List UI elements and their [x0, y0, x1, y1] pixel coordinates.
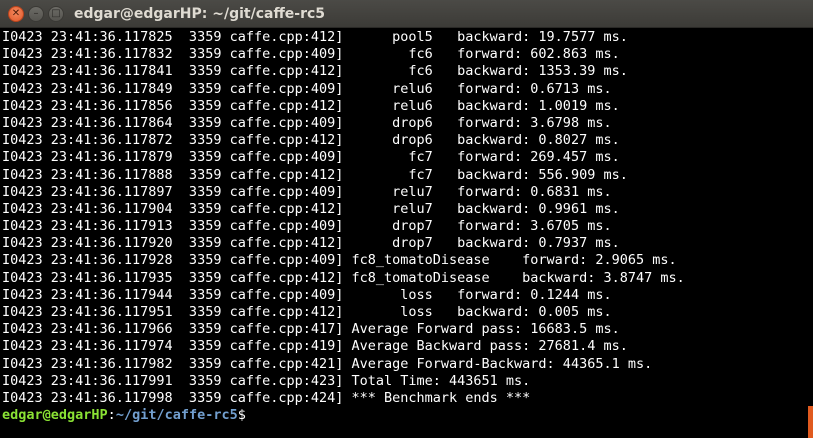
- terminal-line: I0423 23:41:36.117888 3359 caffe.cpp:412…: [2, 166, 628, 183]
- title-bar[interactable]: ✕ – □ edgar@edgarHP: ~/git/caffe-rc5: [0, 0, 813, 28]
- prompt-user-host: edgar@edgarHP: [2, 407, 108, 424]
- terminal-line: I0423 23:41:36.117920 3359 caffe.cpp:412…: [2, 235, 620, 252]
- terminal-line: I0423 23:41:36.117913 3359 caffe.cpp:409…: [2, 218, 612, 235]
- terminal-line: I0423 23:41:36.117935 3359 caffe.cpp:412…: [2, 269, 685, 286]
- maximize-icon[interactable]: □: [48, 6, 64, 22]
- terminal-line: I0423 23:41:36.117991 3359 caffe.cpp:423…: [2, 372, 531, 389]
- window-title: edgar@edgarHP: ~/git/caffe-rc5: [74, 6, 326, 22]
- terminal-window: ✕ – □ edgar@edgarHP: ~/git/caffe-rc5 I04…: [0, 0, 813, 438]
- terminal-line: I0423 23:41:36.117872 3359 caffe.cpp:412…: [2, 132, 620, 149]
- terminal-line: I0423 23:41:36.117856 3359 caffe.cpp:412…: [2, 97, 620, 114]
- shell-prompt[interactable]: edgar@edgarHP:~/git/caffe-rc5$: [2, 407, 808, 424]
- minimize-icon[interactable]: –: [28, 6, 44, 22]
- terminal-line: I0423 23:41:36.117849 3359 caffe.cpp:409…: [2, 80, 612, 97]
- scroll-position-marker[interactable]: [808, 406, 813, 438]
- terminal-line: I0423 23:41:36.117904 3359 caffe.cpp:412…: [2, 200, 620, 217]
- terminal-line: I0423 23:41:36.117832 3359 caffe.cpp:409…: [2, 46, 620, 63]
- terminal-line: I0423 23:41:36.117998 3359 caffe.cpp:424…: [2, 389, 531, 406]
- terminal-line: I0423 23:41:36.117879 3359 caffe.cpp:409…: [2, 149, 620, 166]
- terminal-line: I0423 23:41:36.117966 3359 caffe.cpp:417…: [2, 321, 620, 338]
- terminal-line: I0423 23:41:36.117864 3359 caffe.cpp:409…: [2, 114, 612, 131]
- prompt-path: ~/git/caffe-rc5: [115, 407, 238, 424]
- prompt-colon: :: [107, 407, 116, 424]
- terminal-line: I0423 23:41:36.117951 3359 caffe.cpp:412…: [2, 304, 612, 320]
- terminal-line: I0423 23:41:36.117944 3359 caffe.cpp:409…: [2, 286, 612, 303]
- terminal-line: I0423 23:41:36.117897 3359 caffe.cpp:409…: [2, 183, 612, 200]
- prompt-symbol: $: [237, 407, 246, 424]
- terminal-line: I0423 23:41:36.117974 3359 caffe.cpp:419…: [2, 338, 628, 355]
- terminal-line: I0423 23:41:36.117841 3359 caffe.cpp:412…: [2, 63, 628, 80]
- terminal-line: I0423 23:41:36.117928 3359 caffe.cpp:409…: [2, 252, 677, 269]
- terminal-line: I0423 23:41:36.117982 3359 caffe.cpp:421…: [2, 355, 653, 372]
- text-cursor: [246, 408, 254, 423]
- close-icon[interactable]: ✕: [8, 6, 24, 22]
- terminal-output[interactable]: I0423 23:41:36.117825 3359 caffe.cpp:412…: [0, 29, 808, 438]
- terminal-line: I0423 23:41:36.117825 3359 caffe.cpp:412…: [2, 29, 628, 45]
